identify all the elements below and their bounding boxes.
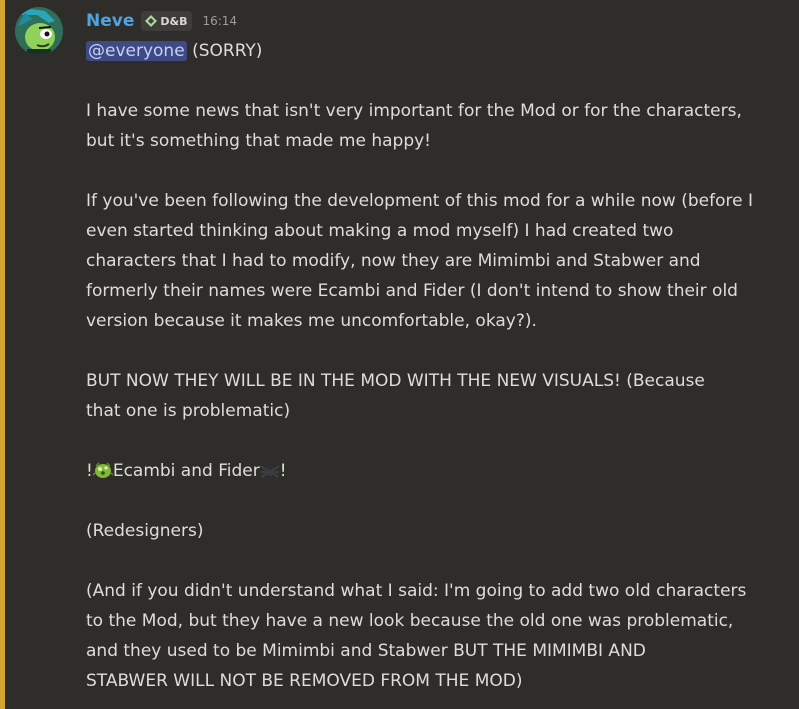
message-line: If you've been following the development… [86,191,754,211]
avatar[interactable] [15,7,63,55]
exclaim-suffix: ! [279,461,287,481]
exclaim-line: ! Ecambi and Fider ! [86,456,788,486]
everyone-mention[interactable]: @everyone [86,41,187,61]
mention-highlight-bar [0,0,5,709]
diamond-icon [145,15,158,27]
exclaim-names: Ecambi and Fider [112,461,260,481]
message-line: (And if you didn't understand what I sai… [86,581,747,601]
author-name[interactable]: Neve [86,11,134,31]
exclaim-prefix: ! [86,461,93,481]
message-line: and they used to be Mimimbi and Stabwer … [86,641,646,661]
mention-suffix: (SORRY) [186,41,263,61]
dark-spider-emoji-icon[interactable] [260,460,280,480]
message-line: formerly their names were Ecambi and Fid… [86,281,738,301]
timestamp: 16:14 [202,14,238,28]
message-header: Neve D&B 16:14 [86,9,237,33]
server-tag[interactable]: D&B [141,11,193,31]
avatar-image [15,7,63,55]
message-line: STABWER WILL NOT BE REMOVED FROM THE MOD… [86,671,523,691]
message-line: but it's something that made me happy! [86,131,431,151]
message-line: I have some news that isn't very importa… [86,101,742,121]
mention-line: @everyone (SORRY) [86,36,788,66]
message-line: (Redesigners) [86,521,204,541]
server-tag-label: D&B [160,14,188,28]
message-line: that one is problematic) [86,401,291,421]
message-line: BUT NOW THEY WILL BE IN THE MOD WITH THE… [86,371,705,391]
message-line: to the Mod, but they have a new look bec… [86,611,734,631]
message-line: characters that I had to modify, now the… [86,251,701,271]
message-line: even started thinking about making a mod… [86,221,674,241]
message-content: @everyone (SORRY) I have some news that … [86,36,788,696]
chat-message: Neve D&B 16:14 @everyone (SORRY) I have … [0,0,799,709]
green-creature-emoji-icon[interactable] [92,460,113,480]
message-line: version because it makes me uncomfortabl… [86,311,537,331]
